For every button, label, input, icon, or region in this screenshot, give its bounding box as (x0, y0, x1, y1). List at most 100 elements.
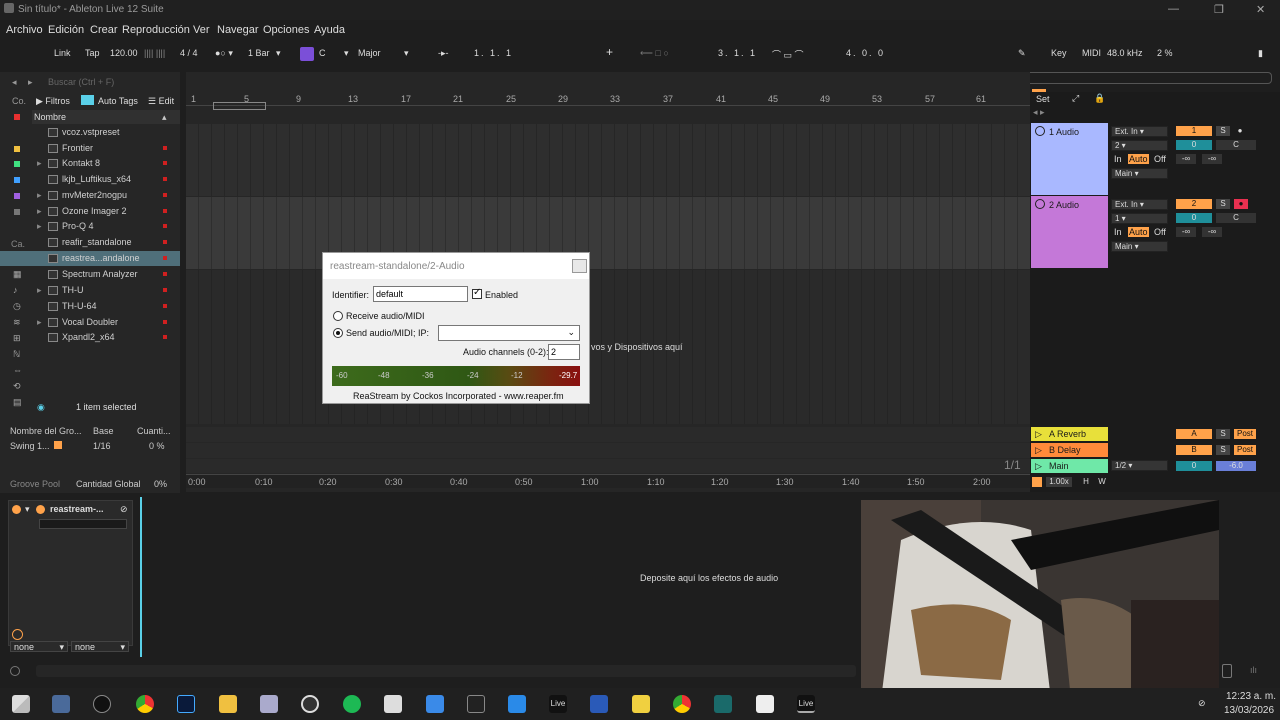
maximize-icon[interactable]: ❐ (1214, 3, 1224, 16)
minimize-icon[interactable]: — (1168, 3, 1179, 15)
track-fold-icon[interactable]: ▷ (1035, 429, 1042, 440)
arm-icon[interactable]: ● (1234, 199, 1248, 209)
davinci-icon[interactable] (467, 695, 485, 713)
time-ruler[interactable]: 0:00 0:10 0:20 0:30 0:40 0:50 1:00 1:10 … (186, 474, 1030, 488)
track-header-2[interactable]: 2 Audio (1031, 196, 1108, 268)
list-item-selected[interactable]: reastrea...andalone (0, 251, 180, 266)
return-track-a[interactable]: ▷ A Reverb (1031, 427, 1108, 441)
arm-icon[interactable]: ● (1234, 126, 1246, 136)
plugin-parameter-bar[interactable] (39, 519, 127, 529)
return-track-b[interactable]: ▷ B Delay (1031, 443, 1108, 457)
plugin-edit-icon[interactable] (36, 505, 45, 514)
windows-start-icon[interactable] (12, 695, 30, 713)
track-fold-icon[interactable]: ▷ (1035, 461, 1042, 472)
solo-button[interactable]: S (1216, 199, 1230, 209)
expand-icon[interactable]: ▸ (37, 285, 42, 296)
volume-field[interactable]: 0 (1176, 140, 1212, 150)
device-settings-icon[interactable]: ⊘ (120, 504, 128, 515)
live-icon[interactable]: Live (549, 695, 567, 713)
return-activator[interactable]: B (1176, 445, 1212, 455)
groove-hot-swap-icon[interactable] (54, 441, 62, 449)
chrome-canary-icon[interactable] (673, 695, 691, 713)
menu-archivo[interactable]: Archivo (6, 24, 43, 36)
expand-icon[interactable]: ▸ (37, 158, 42, 169)
device-activator-icon[interactable] (12, 505, 21, 514)
expand-device-icon[interactable] (12, 629, 23, 640)
receive-radio[interactable] (333, 311, 343, 321)
height-button[interactable]: H (1080, 477, 1092, 487)
list-item[interactable]: lkjb_Luftikus_x64 (0, 172, 180, 187)
live-active-icon[interactable]: Live (797, 695, 815, 713)
enabled-checkbox[interactable]: ✓ (472, 287, 482, 299)
track-fold-icon[interactable]: ▷ (1035, 445, 1042, 456)
track-activator[interactable]: 1 (1176, 126, 1212, 136)
send-radio[interactable] (333, 328, 343, 338)
vscode-icon[interactable] (508, 695, 526, 713)
back-icon[interactable]: ◂ (12, 77, 17, 88)
main-output-select[interactable]: 1/2 ▾ (1111, 460, 1168, 471)
folder-icon[interactable]: ▤ (13, 397, 22, 408)
notification-icon[interactable]: ⊘ (1198, 698, 1206, 709)
list-item[interactable]: ▸ Pro-Q 4 (0, 219, 180, 234)
list-item[interactable]: ▸ Ozone Imager 2 (0, 204, 180, 219)
main-track[interactable]: ▷ Main (1031, 459, 1108, 473)
loop-length[interactable]: 4. 0. 0 (846, 48, 885, 58)
loop-icon[interactable]: ⟵ □ ○ (640, 48, 669, 59)
track-lane-1[interactable] (186, 124, 1030, 196)
device-chain[interactable]: ▾ reastream-... ⊘ (8, 500, 133, 646)
monitor-in[interactable]: In (1114, 227, 1122, 237)
forward-icon[interactable]: ▸ (28, 77, 33, 88)
key-map-button[interactable]: Key (1051, 48, 1067, 58)
monitor-in[interactable]: In (1114, 154, 1122, 164)
menu-navegar[interactable]: Navegar (217, 24, 259, 36)
loop-start[interactable]: 3. 1. 1 (718, 48, 757, 58)
capcut-icon[interactable] (756, 695, 774, 713)
draw-mode-icon[interactable]: ✎ (1018, 48, 1026, 59)
quantize-chevron-icon[interactable]: ▾ (276, 48, 281, 59)
output-select[interactable]: Main ▾ (1111, 168, 1168, 179)
channels-input[interactable] (548, 344, 580, 360)
pan-field[interactable]: C (1216, 213, 1256, 223)
list-item[interactable]: Frontier (0, 141, 180, 156)
clock-date[interactable]: 13/03/2026 (1224, 705, 1274, 716)
expand-icon[interactable]: ▸ (37, 221, 42, 232)
song-position[interactable]: 1. 1. 1 (474, 48, 513, 58)
input-type-select[interactable]: Ext. In ▾ (1111, 199, 1168, 210)
monitor-off[interactable]: Off (1154, 154, 1166, 164)
file-explorer-icon[interactable] (219, 695, 237, 713)
monitor-off[interactable]: Off (1154, 227, 1166, 237)
arrangement-view[interactable]: 1 5 9 13 17 21 25 29 33 37 41 45 49 53 5… (186, 72, 1030, 492)
monitor-auto[interactable]: Auto (1128, 227, 1149, 237)
track-activator[interactable]: 2 (1176, 199, 1212, 209)
track-fold-icon[interactable] (1035, 199, 1045, 209)
return-lane-b[interactable] (186, 443, 1030, 458)
cable-icon[interactable]: ⇔ (13, 365, 22, 375)
scroll-left-icon[interactable]: ◂ ▸ (1033, 107, 1045, 118)
tempo-field[interactable]: 120.00 (110, 48, 138, 58)
metronome-icon[interactable]: ●○ ▾ (215, 48, 233, 59)
groove-row-base[interactable]: 1/16 (93, 441, 111, 451)
list-item[interactable]: ▸ mvMeter2nogpu (0, 188, 180, 203)
auto-tags-button[interactable]: Auto Tags (98, 96, 138, 106)
monitor-auto[interactable]: Auto (1128, 154, 1149, 164)
side-select-1[interactable]: none ▾ (10, 641, 68, 652)
app-icon-green[interactable] (714, 695, 732, 713)
loop-switch-icon[interactable]: ⌒ ▭ ⌒ (772, 48, 804, 61)
solo-button[interactable]: S (1216, 126, 1230, 136)
post-button[interactable]: Post (1234, 429, 1256, 439)
pan-field[interactable]: C (1216, 140, 1256, 150)
key-chevron-icon[interactable]: ▾ (344, 48, 349, 59)
expand-icon[interactable]: ▸ (37, 190, 42, 201)
set-button[interactable]: Set (1036, 94, 1050, 104)
tap-button[interactable]: Tap (85, 48, 100, 58)
post-button[interactable]: Post (1234, 445, 1256, 455)
tk-app-icon[interactable] (93, 695, 111, 713)
menu-reproduccion[interactable]: Reproducción (122, 24, 190, 36)
loop-file-icon[interactable]: ⟲ (13, 381, 21, 392)
category-red[interactable] (14, 114, 20, 120)
list-item[interactable]: ▸ TH-U (0, 283, 180, 298)
lock-icon[interactable]: 🔒 (1094, 93, 1105, 104)
dialog-close-icon[interactable] (572, 259, 587, 273)
info-toggle-icon[interactable] (10, 666, 20, 676)
list-item[interactable]: vcoz.vstpreset (0, 125, 180, 140)
